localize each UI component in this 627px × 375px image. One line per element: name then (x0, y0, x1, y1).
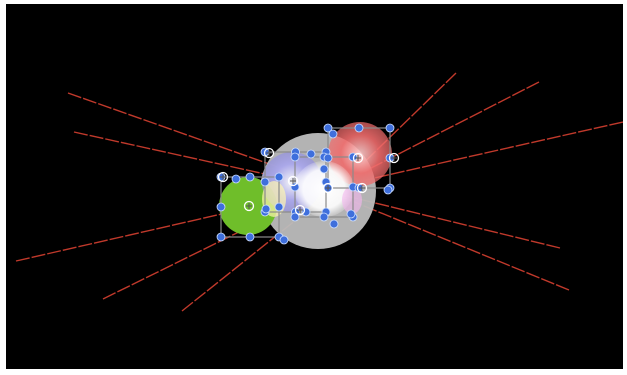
transform-handle-icon[interactable] (231, 174, 241, 184)
transform-handle-icon[interactable] (383, 185, 393, 195)
transform-handle-icon[interactable] (216, 232, 226, 242)
canvas-viewport[interactable] (6, 4, 623, 369)
transform-handle-icon[interactable] (260, 177, 270, 187)
transform-handle-icon[interactable] (301, 207, 311, 217)
transform-handle-icon[interactable] (319, 212, 329, 222)
transform-handle-icon[interactable] (279, 235, 289, 245)
transform-handle-icon[interactable] (245, 172, 255, 182)
scene-canvas[interactable] (6, 4, 623, 369)
transform-handle-icon[interactable] (323, 153, 333, 163)
transform-handle-icon[interactable] (290, 152, 300, 162)
transform-handle-icon[interactable] (319, 164, 329, 174)
transform-handle-icon[interactable] (306, 149, 316, 159)
transform-handle-icon[interactable] (385, 123, 395, 133)
transform-handle-icon[interactable] (261, 204, 271, 214)
transform-handle-icon[interactable] (274, 202, 284, 212)
transform-handle-icon[interactable] (346, 209, 356, 219)
transform-handle-icon[interactable] (329, 219, 339, 229)
transform-handle-icon[interactable] (328, 129, 338, 139)
transform-handle-icon[interactable] (245, 232, 255, 242)
transform-handle-icon[interactable] (354, 123, 364, 133)
transform-handle-icon[interactable] (216, 202, 226, 212)
transform-handle-icon[interactable] (290, 182, 300, 192)
transform-handle-icon[interactable] (274, 172, 284, 182)
